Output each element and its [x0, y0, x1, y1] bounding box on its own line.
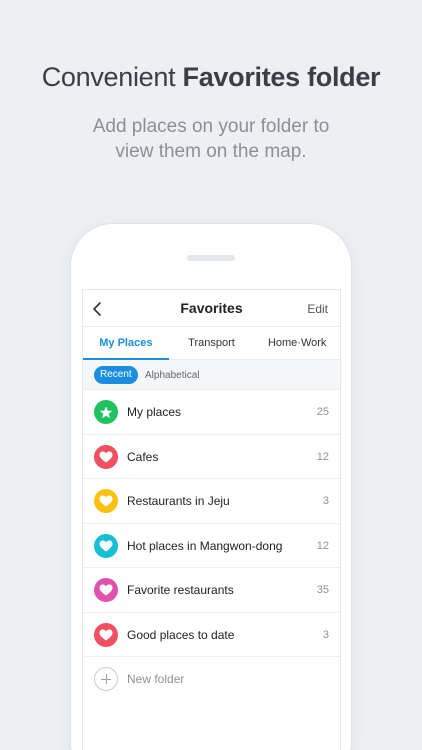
heart-icon	[94, 489, 118, 513]
sort-recent-chip[interactable]: Recent	[94, 366, 138, 384]
heart-icon	[94, 444, 118, 469]
heart-icon	[94, 622, 118, 647]
folder-count: 3	[322, 495, 329, 507]
promo-headline-light: Convenient	[41, 62, 183, 92]
folder-row-restaurants-in-jeju[interactable]: Restaurants in Jeju 3	[83, 479, 340, 524]
folder-count: 12	[316, 450, 329, 463]
folder-label: My places	[127, 405, 182, 419]
folder-count: 35	[316, 584, 329, 596]
promo-subtitle-line2: view them on the map.	[115, 141, 307, 162]
sort-bar: Recent Alphabetical	[83, 360, 340, 390]
promo-subtitle: Add places on your folder to view them o…	[0, 114, 422, 164]
tab-home-work[interactable]: Home·Work	[254, 327, 340, 359]
phone-speaker	[187, 255, 235, 261]
edit-button[interactable]: Edit	[307, 302, 328, 316]
new-folder-label: New folder	[127, 672, 185, 686]
folder-label: Good places to date	[127, 627, 235, 642]
tab-transport[interactable]: Transport	[169, 327, 255, 359]
folder-row-favorite-restaurants[interactable]: Favorite restaurants 35	[83, 568, 340, 613]
star-icon	[94, 400, 118, 424]
heart-icon	[94, 578, 118, 602]
folder-row-good-places-to-date[interactable]: Good places to date 3	[83, 613, 340, 657]
folder-label: Hot places in Mangwon-dong	[127, 538, 283, 553]
tab-my-places[interactable]: My Places	[83, 327, 169, 360]
folder-list: My places 25 Cafes 12 Restaurants in Jej…	[83, 390, 340, 657]
folder-label: Restaurants in Jeju	[127, 494, 230, 508]
new-folder-button[interactable]: New folder	[83, 657, 340, 701]
promo-subtitle-line1: Add places on your folder to	[92, 116, 330, 137]
page-title: Favorites	[180, 300, 243, 316]
navbar: Favorites Edit	[83, 290, 340, 327]
heart-icon	[94, 533, 118, 558]
folder-row-cafes[interactable]: Cafes 12	[83, 435, 340, 479]
sort-alphabetical-option[interactable]: Alphabetical	[145, 370, 199, 381]
plus-icon	[94, 667, 118, 691]
folder-row-hot-places-in-mangwon-dong[interactable]: Hot places in Mangwon-dong 12	[83, 524, 340, 568]
folder-label: Cafes	[127, 449, 159, 464]
tab-bar: My Places Transport Home·Work	[83, 327, 340, 360]
promo-headline: Convenient Favorites folder	[0, 62, 422, 93]
folder-count: 12	[316, 539, 329, 552]
folder-label: Favorite restaurants	[127, 583, 234, 597]
app-screen: Favorites Edit My Places Transport Home·…	[82, 289, 341, 750]
folder-count: 3	[322, 628, 329, 641]
folder-row-my-places[interactable]: My places 25	[83, 390, 340, 435]
folder-count: 25	[316, 406, 329, 418]
promo-headline-bold: Favorites folder	[182, 62, 381, 92]
